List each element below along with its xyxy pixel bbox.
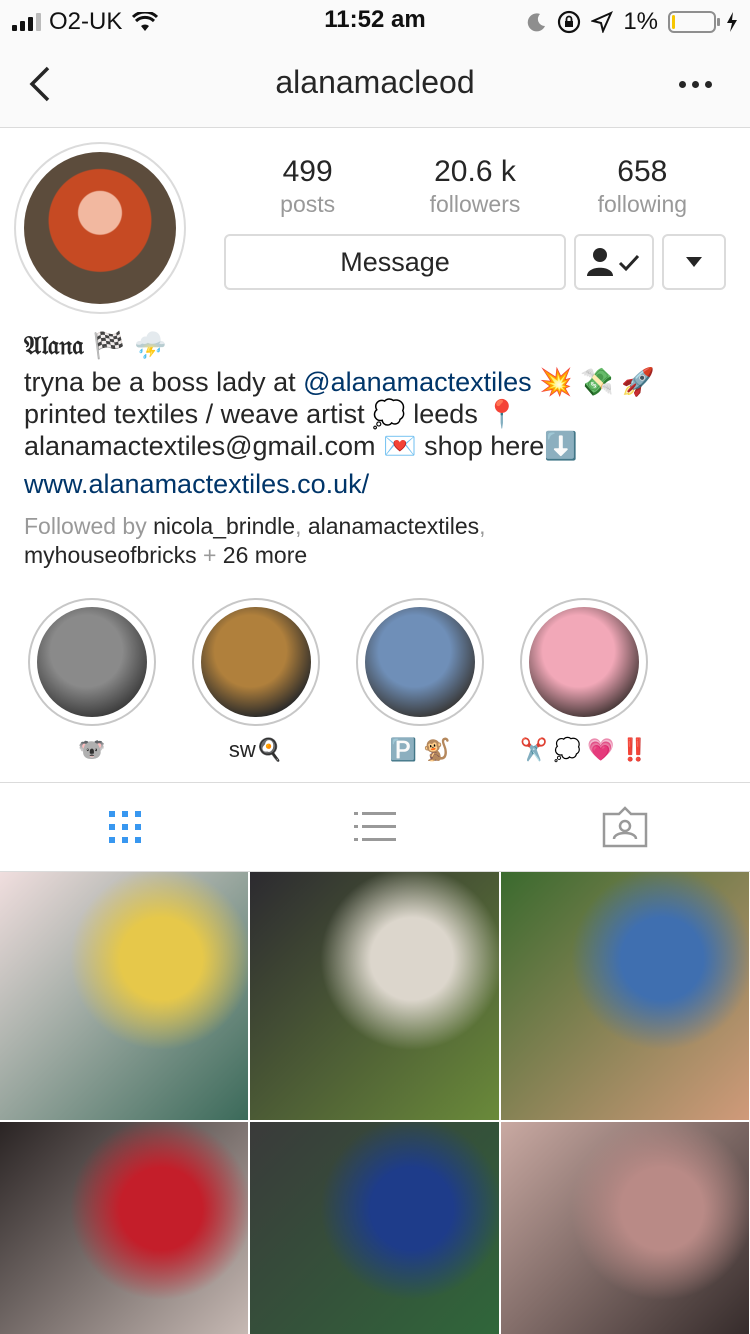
tab-tagged[interactable] bbox=[500, 783, 750, 871]
person-check-icon bbox=[587, 248, 640, 276]
stat-posts[interactable]: 499 posts bbox=[224, 154, 391, 218]
post-thumbnail[interactable] bbox=[0, 872, 248, 1120]
posts-count: 499 bbox=[282, 155, 333, 188]
bio-emojis: 💥 💸 🚀 bbox=[531, 367, 656, 397]
highlight-thumbnail bbox=[365, 607, 475, 717]
moon-icon bbox=[528, 13, 546, 32]
post-thumbnail[interactable] bbox=[501, 1122, 749, 1334]
highlight-thumbnail bbox=[37, 607, 147, 717]
profile-stats: 499 posts 20.6 k followers 658 following bbox=[224, 154, 726, 218]
separator: , bbox=[295, 513, 308, 539]
followers-label: followers bbox=[429, 191, 521, 217]
highlight-ring bbox=[192, 598, 320, 726]
follower-user-2[interactable]: alanamactextiles bbox=[308, 513, 479, 539]
website-link[interactable]: www.alanamactextiles.co.uk/ bbox=[24, 468, 724, 500]
status-right: 1% bbox=[527, 8, 738, 36]
followed-by-prefix: Followed by bbox=[24, 513, 154, 539]
highlight-label: sw🍳 bbox=[228, 737, 284, 762]
status-bar: O2-UK 11:52 am 1% bbox=[0, 0, 750, 40]
bio-mention-link[interactable]: @alanamactextiles bbox=[303, 367, 532, 397]
tab-list[interactable] bbox=[250, 783, 500, 871]
bio-line-2: printed textiles / weave artist 💭 leeds … bbox=[24, 399, 519, 429]
profile-bio: 𝔄𝔩𝔞𝔫𝔞 🏁 ⛈️ tryna be a boss lady at @alan… bbox=[24, 330, 724, 500]
highlight-ring bbox=[520, 598, 648, 726]
location-arrow-icon bbox=[591, 11, 614, 33]
post-thumbnail[interactable] bbox=[501, 872, 749, 1120]
battery-icon bbox=[668, 11, 720, 33]
highlight-2[interactable]: sw🍳 bbox=[192, 598, 320, 766]
highlight-ring bbox=[356, 598, 484, 726]
following-label: following bbox=[597, 191, 688, 217]
tagged-person-icon bbox=[602, 806, 648, 848]
highlight-thumbnail bbox=[201, 607, 311, 717]
separator: , bbox=[479, 513, 486, 539]
highlight-1[interactable]: 🐨 bbox=[28, 598, 156, 766]
battery-percent: 1% bbox=[623, 8, 658, 35]
suggested-dropdown-button[interactable] bbox=[662, 234, 726, 290]
page-title: alanamacleod bbox=[275, 64, 475, 100]
profile-view-tabs bbox=[0, 782, 750, 872]
post-thumbnail[interactable] bbox=[0, 1122, 248, 1334]
post-thumbnail[interactable] bbox=[250, 872, 499, 1120]
bio-text: tryna be a boss lady at bbox=[24, 367, 304, 397]
highlight-3[interactable]: 🅿️ 🐒 bbox=[356, 598, 484, 766]
plus-sign: + bbox=[196, 542, 223, 568]
highlight-4[interactable]: ✂️ 💭 💗 ‼️ bbox=[520, 598, 648, 766]
bio-line-3: alanamactextiles@gmail.com 💌 shop here⬇️ bbox=[24, 431, 578, 461]
bio-line-1: tryna be a boss lady at @alanamactextile… bbox=[24, 366, 724, 398]
caret-down-icon bbox=[686, 257, 702, 267]
followers-count: 20.6 k bbox=[434, 155, 516, 188]
nav-bar: alanamacleod bbox=[0, 40, 750, 128]
stat-following[interactable]: 658 following bbox=[559, 154, 726, 218]
story-highlights: 🐨 sw🍳 🅿️ 🐒 ✂️ 💭 💗 ‼️ bbox=[0, 598, 750, 768]
profile-avatar-ring[interactable] bbox=[14, 142, 186, 314]
grid-icon bbox=[109, 811, 141, 843]
highlight-thumbnail bbox=[529, 607, 639, 717]
stat-followers[interactable]: 20.6 k followers bbox=[391, 154, 558, 218]
profile-name: 𝔄𝔩𝔞𝔫𝔞 🏁 ⛈️ bbox=[24, 331, 167, 361]
follower-user-3[interactable]: myhouseofbricks bbox=[24, 542, 197, 568]
avatar bbox=[24, 152, 176, 304]
message-button[interactable]: Message bbox=[224, 234, 566, 290]
more-followers-link[interactable]: 26 more bbox=[223, 542, 307, 568]
more-options-icon[interactable] bbox=[670, 70, 720, 98]
rotation-lock-icon bbox=[558, 10, 581, 34]
posts-grid bbox=[0, 872, 750, 1334]
posts-label: posts bbox=[280, 191, 336, 217]
list-icon bbox=[354, 812, 396, 841]
post-thumbnail[interactable] bbox=[250, 1122, 499, 1334]
highlight-label: 🅿️ 🐒 bbox=[389, 737, 451, 762]
follower-user-1[interactable]: nicola_brindle bbox=[153, 513, 295, 539]
highlight-label: ✂️ 💭 💗 ‼️ bbox=[520, 737, 648, 762]
charging-bolt-icon bbox=[727, 12, 737, 32]
tab-grid[interactable] bbox=[0, 783, 250, 871]
following-status-button[interactable] bbox=[574, 234, 654, 290]
highlight-label: 🐨 bbox=[78, 737, 106, 762]
followed-by: Followed by nicola_brindle, alanamactext… bbox=[24, 512, 724, 570]
following-count: 658 bbox=[617, 155, 668, 188]
highlight-ring bbox=[28, 598, 156, 726]
